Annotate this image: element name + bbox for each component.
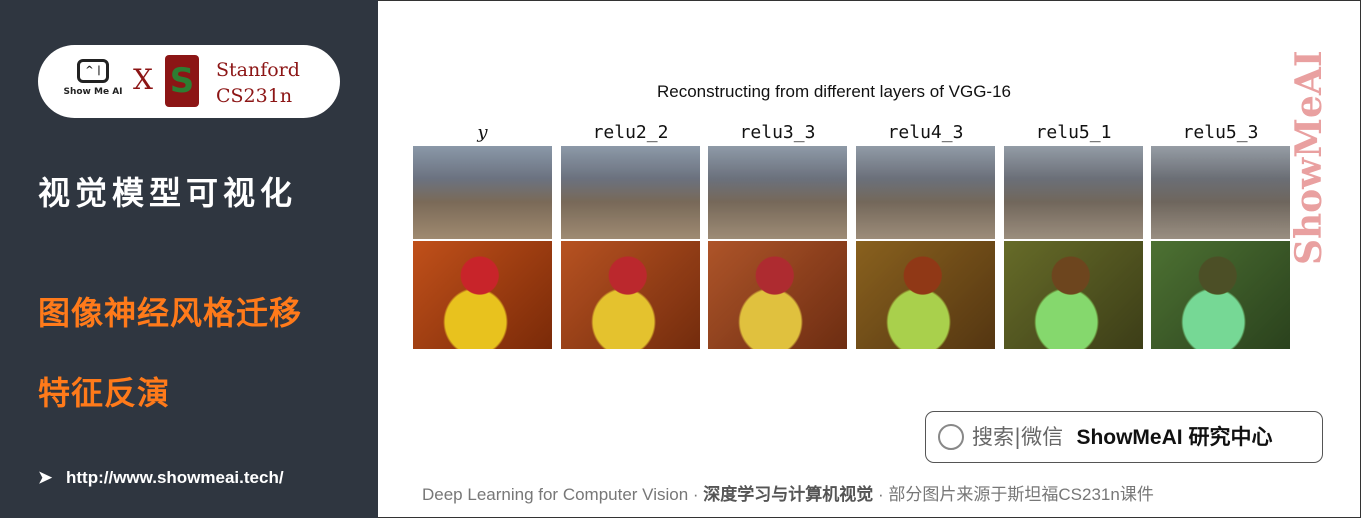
x-mark: X [133, 63, 153, 96]
elephant-image [561, 146, 700, 239]
fruit-image [561, 241, 700, 349]
fruit-image [856, 241, 995, 349]
column-label: relu3_3 [739, 122, 816, 143]
fruit-image [413, 241, 552, 349]
url-text: http://www.showmeai.tech/ [66, 468, 284, 487]
section-title: 视觉模型可视化 [38, 174, 298, 212]
elephant-image [1151, 146, 1290, 239]
fruit-image [1151, 241, 1290, 349]
stanford-tree-icon: S [165, 55, 199, 107]
logo-banner: ^ | Show Me AI X S Stanford CS231n [38, 45, 340, 118]
watermark: ShowMeAI [1288, 50, 1330, 265]
stanford-text: Stanford CS231n [216, 57, 300, 109]
footer-sep: · [873, 485, 889, 504]
figure-column: relu5_3 [1151, 122, 1290, 351]
column-label: relu5_1 [1035, 122, 1112, 143]
column-label: relu5_3 [1182, 122, 1259, 143]
figure-column: relu3_3 [708, 122, 847, 351]
column-label: relu2_2 [592, 122, 669, 143]
elephant-image [413, 146, 552, 239]
fruit-image [1004, 241, 1143, 349]
footer-note: 部分图片来源于斯坦福CS231n课件 [888, 485, 1154, 504]
fruit-image [708, 241, 847, 349]
footer-cn: 深度学习与计算机视觉 [703, 485, 874, 504]
figure-column: y [413, 122, 552, 351]
sidebar: ^ | Show Me AI X S Stanford CS231n 视觉模型可视化… [0, 0, 378, 518]
figure-column: relu2_2 [561, 122, 700, 351]
topic-feature-inversion: 特征反演 [38, 374, 171, 412]
figure-column: relu4_3 [856, 122, 995, 351]
elephant-image [708, 146, 847, 239]
search-name: ShowMeAI 研究中心 [1076, 426, 1273, 449]
topic-style-transfer: 图像神经风格迁移 [38, 294, 303, 332]
footer-sep: · [688, 485, 704, 504]
elephant-image [856, 146, 995, 239]
showmeai-text: Show Me AI [63, 87, 123, 97]
showmeai-logo: ^ | Show Me AI [60, 59, 126, 97]
search-icon [938, 424, 964, 450]
figure-column: relu5_1 [1004, 122, 1143, 351]
course-label: CS231n [216, 85, 293, 107]
elephant-image [1004, 146, 1143, 239]
figure-title: Reconstructing from different layers of … [657, 82, 1012, 101]
cursor-icon: ➤ [38, 468, 53, 487]
search-prefix: 搜索|微信 [972, 425, 1064, 449]
footer: Deep Learning for Computer Vision · 深度学习… [422, 480, 1154, 505]
footer-en: Deep Learning for Computer Vision [422, 485, 689, 504]
column-label: relu4_3 [887, 122, 964, 143]
robot-monitor-icon: ^ | [77, 59, 109, 83]
website-link[interactable]: ➤ http://www.showmeai.tech/ [38, 468, 284, 488]
column-label: y [477, 122, 488, 143]
stanford-label: Stanford [216, 59, 300, 81]
search-box[interactable]: 搜索|微信 ShowMeAI 研究中心 [925, 411, 1323, 463]
